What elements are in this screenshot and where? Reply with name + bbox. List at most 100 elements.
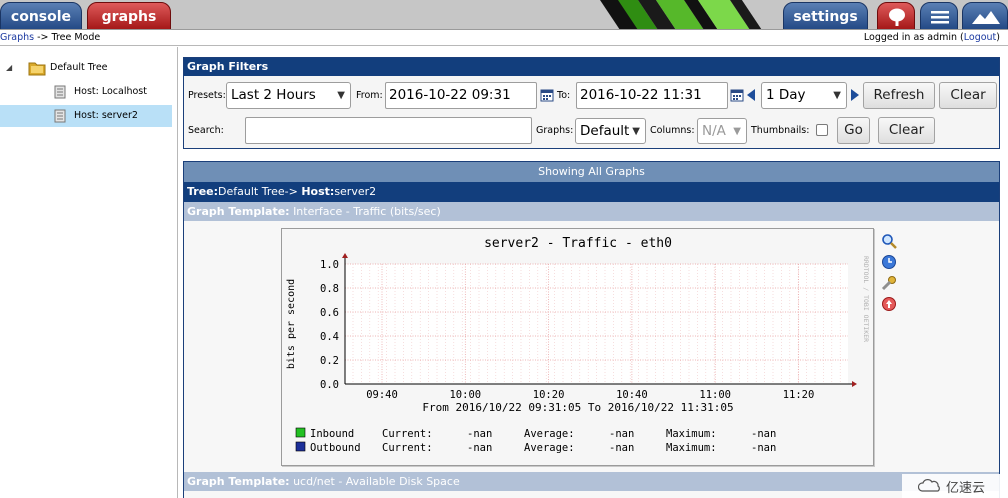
from-label: From: <box>356 90 383 101</box>
legend-current-label: Current: <box>382 428 433 440</box>
graphs-select[interactable]: Default ▼ <box>575 118 646 144</box>
template-prefix: Graph Template: <box>187 475 290 488</box>
legend-average-value: -nan <box>609 442 634 454</box>
go-button[interactable]: Go <box>837 117 870 144</box>
legend-current-label: Current: <box>382 442 433 454</box>
tree-host-server2[interactable]: Host: server2 <box>0 105 172 127</box>
breadcrumb-bar: Graphs -> Tree Mode Logged in as admin (… <box>0 30 1008 46</box>
graph-filters-panel: Graph Filters Presets: Last 2 Hours ▼ Fro… <box>183 57 1000 149</box>
breadcrumb-graphs-link[interactable]: Graphs <box>0 32 34 43</box>
x-tick-label: 10:40 <box>616 389 648 401</box>
graphs-label: Graphs: <box>536 125 574 136</box>
y-tick-label: 0.0 <box>320 379 339 391</box>
tree-view-tab[interactable] <box>877 2 915 29</box>
thumbnails-checkbox[interactable] <box>816 124 828 136</box>
graph-y-axis-label: bits per second <box>286 279 297 369</box>
collapse-triangle-icon[interactable]: ◢ <box>6 57 12 79</box>
host-prefix: Host: <box>301 185 335 198</box>
preview-view-tab[interactable] <box>962 2 1008 29</box>
calendar-icon[interactable] <box>540 88 554 102</box>
shift-right-icon[interactable] <box>849 88 861 102</box>
watermark-text: 亿速云 <box>946 481 986 496</box>
tree-name: Default Tree <box>218 185 285 198</box>
shift-left-icon[interactable] <box>745 88 757 102</box>
search-label: Search: <box>188 125 224 136</box>
mountain-chart-icon <box>972 11 1000 24</box>
login-text: Logged in as admin ( <box>863 32 964 43</box>
from-date-input[interactable]: 2016-10-22 09:31 <box>385 82 537 109</box>
chevron-down-icon: ▼ <box>733 126 741 137</box>
calendar-icon[interactable] <box>730 88 744 102</box>
showing-all-graphs-header: Showing All Graphs <box>184 162 999 182</box>
tree-root-node[interactable]: ◢ Default Tree <box>6 57 176 79</box>
traffic-graph-canvas: server2 - Traffic - eth0 bits per second… <box>286 236 870 454</box>
legend-maximum-label: Maximum: <box>666 428 717 440</box>
graph-legend: Inbound Current: -nan Average: -nan Maximum: -… <box>295 427 776 454</box>
traffic-graph[interactable]: server2 - Traffic - eth0 bits per second… <box>281 228 874 466</box>
graph-filters-title: Graph Filters <box>184 58 999 76</box>
server-icon <box>54 109 66 123</box>
breadcrumb-current: Tree Mode <box>51 32 101 43</box>
console-tab[interactable]: console <box>0 2 82 29</box>
tree-panel: ◢ Default Tree Host: Localhost Host: ser… <box>0 47 178 498</box>
legend-average-label: Average: <box>524 428 575 440</box>
chevron-down-icon: ▼ <box>632 126 640 137</box>
graph-template-header: Graph Template: ucd/net - Available Disk… <box>184 472 999 491</box>
refresh-button[interactable]: Refresh <box>863 82 935 109</box>
tree-prefix: Tree: <box>187 185 219 198</box>
graphs-tab[interactable]: graphs <box>87 2 171 29</box>
tree-host-label: Host: server2 <box>74 110 138 121</box>
x-tick-label: 10:20 <box>533 389 565 401</box>
to-date-input[interactable]: 2016-10-22 11:31 <box>576 82 728 109</box>
zoom-icon[interactable] <box>881 233 897 249</box>
top-navigation-bar: console graphs settings <box>0 0 1008 30</box>
legend-maximum-label: Maximum: <box>666 442 717 454</box>
graph-time-range: From 2016/10/22 09:31:05 To 2016/10/22 1… <box>422 401 733 414</box>
clear-search-button[interactable]: Clear <box>878 117 935 144</box>
presets-label: Presets: <box>188 90 226 101</box>
login-status: Logged in as admin (Logout) <box>864 30 1000 45</box>
tree-separator: -> <box>284 185 298 198</box>
logout-link[interactable]: Logout <box>964 32 997 43</box>
breadcrumb-separator: -> <box>37 32 49 43</box>
timespan-icon[interactable] <box>881 254 897 270</box>
to-label: To: <box>557 90 571 101</box>
chevron-down-icon: ▼ <box>337 90 345 101</box>
tree-host-localhost[interactable]: Host: Localhost <box>0 81 172 103</box>
legend-swatch <box>295 441 306 452</box>
graph-title: server2 - Traffic - eth0 <box>484 236 672 251</box>
search-input[interactable] <box>245 117 532 144</box>
tree-host-label: Host: Localhost <box>74 86 147 97</box>
x-tick-label: 11:00 <box>699 389 731 401</box>
wrench-icon[interactable] <box>881 275 897 291</box>
presets-select[interactable]: Last 2 Hours ▼ <box>226 82 351 109</box>
host-name: server2 <box>334 185 377 198</box>
header-decoration <box>600 0 790 29</box>
legend-series-name: Inbound <box>310 428 354 440</box>
settings-tab[interactable]: settings <box>783 2 868 29</box>
template-name: Interface - Traffic (bits/sec) <box>293 205 441 218</box>
presets-value: Last 2 Hours <box>231 87 316 103</box>
y-tick-label: 0.8 <box>320 283 339 295</box>
timespan-select[interactable]: 1 Day ▼ <box>761 82 847 109</box>
columns-label: Columns: <box>650 125 695 136</box>
legend-average-value: -nan <box>609 428 634 440</box>
tree-host-header: Tree:Default Tree-> Host:server2 <box>184 182 999 202</box>
chevron-down-icon: ▼ <box>833 90 841 101</box>
y-tick-label: 0.6 <box>320 307 339 319</box>
legend-series-name: Outbound <box>310 442 361 454</box>
template-name: ucd/net - Available Disk Space <box>293 475 460 488</box>
list-view-tab[interactable] <box>920 2 958 29</box>
csv-export-icon[interactable] <box>881 296 897 312</box>
legend-current-value: -nan <box>467 428 492 440</box>
list-icon <box>931 11 949 24</box>
legend-maximum-value: -nan <box>751 442 776 454</box>
columns-select[interactable]: N/A ▼ <box>697 118 747 144</box>
y-tick-label: 0.2 <box>320 355 339 367</box>
x-tick-label: 10:00 <box>449 389 481 401</box>
watermark: 亿速云 <box>902 474 1008 498</box>
clear-button[interactable]: Clear <box>939 82 997 109</box>
cloud-logo-icon <box>918 479 940 492</box>
login-suffix: ) <box>996 32 1000 43</box>
y-tick-label: 0.4 <box>320 331 339 343</box>
